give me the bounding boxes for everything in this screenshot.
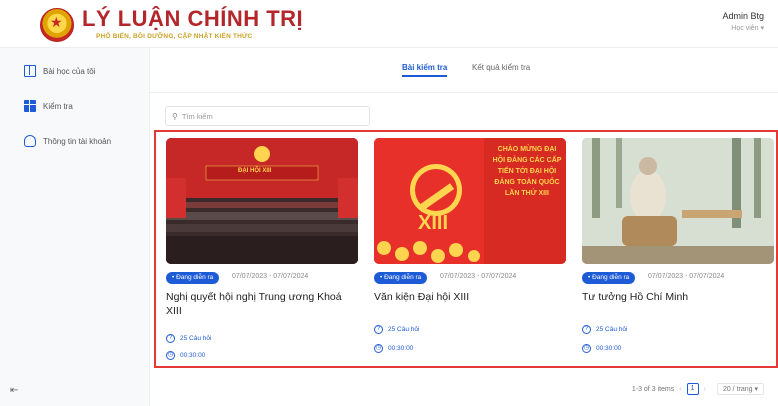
site-title: LÝ LUẬN CHÍNH TRỊ [82,6,304,31]
date-range: 07/07/2023 - 07/07/2024 [440,273,517,280]
search-input[interactable]: ⚲ Tìm kiếm [165,106,370,126]
status-badge: • Đang diễn ra [374,272,428,284]
tab-exams[interactable]: Bài kiểm tra [402,63,448,77]
exam-grid-icon [24,100,36,112]
status-badge: • Đang diễn ra [166,272,220,284]
duration-label: 00:30:00 [180,352,206,359]
sidebar-item-my-lessons[interactable]: Bài học của tôi [24,62,95,80]
user-role-dropdown[interactable]: Học viên ▾ [731,24,764,32]
clock-icon: ◷ [374,344,383,353]
exam-card-title[interactable]: Văn kiện Đại hội XIII [374,290,562,304]
duration: ◷ 00:30:00 [166,351,205,360]
clock-icon: ◷ [166,351,175,360]
question-count: ? 25 Câu hỏi [582,325,627,334]
exam-card[interactable]: XIII CHÀO MỪNG ĐẠI HỘI ĐẢNG CÁC CẤP TIẾN… [374,138,566,364]
date-range: 07/07/2023 - 07/07/2024 [232,273,309,280]
question-count-label: 25 Câu hỏi [596,326,628,333]
question-icon: ? [374,325,383,334]
exam-card[interactable]: • Đang diễn ra 07/07/2023 - 07/07/2024 T… [582,138,774,364]
exam-card-image [582,138,774,264]
status-badge: • Đang diễn ra [582,272,636,284]
site-subtitle: PHỔ BIẾN, BỒI DƯỠNG, CẬP NHẬT KIẾN THỨC [96,33,253,40]
sidebar-item-account[interactable]: Thông tin tài khoản [24,132,111,150]
question-count-label: 25 Câu hỏi [388,326,420,333]
duration-label: 00:30:00 [388,345,414,352]
user-icon [24,135,36,147]
exam-card-title[interactable]: Tư tưởng Hồ Chí Minh [582,290,770,304]
exam-cards-container: ĐẠI HỘI XIII • Đang diễn ra 07/07/2023 -… [154,130,778,368]
exam-card-image: XIII CHÀO MỪNG ĐẠI HỘI ĐẢNG CÁC CẤP TIẾN… [374,138,566,264]
question-icon: ? [166,334,175,343]
tabs-divider [150,92,778,93]
duration-label: 00:30:00 [596,345,622,352]
prev-page-icon[interactable]: ‹ [679,386,681,393]
collapse-sidebar-icon[interactable]: ⇤ [10,385,18,396]
pagination: 1-3 of 3 items ‹ 1 › 20 / trang ▾ [632,383,764,395]
sidebar-item-label: Thông tin tài khoản [43,136,112,146]
date-range: 07/07/2023 - 07/07/2024 [648,273,725,280]
exam-card[interactable]: ĐẠI HỘI XIII • Đang diễn ra 07/07/2023 -… [166,138,358,364]
tab-exam-results[interactable]: Kết quả kiểm tra [472,63,530,72]
question-count: ? 25 Câu hỏi [374,325,419,334]
pagination-summary: 1-3 of 3 items [631,385,675,393]
book-icon [24,65,36,77]
sidebar-item-label: Bài học của tôi [43,66,96,76]
duration: ◷ 00:30:00 [582,344,621,353]
user-name[interactable]: Admin Btg [722,11,764,21]
party-emblem-logo: ★ [40,8,74,42]
sidebar-item-label: Kiểm tra [43,101,73,111]
page-number-button[interactable]: 1 [686,383,699,395]
search-icon: ⚲ [172,111,178,121]
image-caption: ĐẠI HỘI XIII [238,168,272,174]
image-roman-label: XIII [418,212,449,234]
question-count-label: 25 Câu hỏi [180,335,212,342]
exam-card-image: ĐẠI HỘI XIII [166,138,358,264]
sidebar-item-exam[interactable]: Kiểm tra [24,97,73,115]
clock-icon: ◷ [582,344,591,353]
question-count: ? 25 Câu hỏi [166,334,211,343]
image-caption: CHÀO MỪNG ĐẠI HỘI ĐẢNG CÁC CẤP TIẾN TỚI … [492,146,562,197]
exam-card-title[interactable]: Nghị quyết hội nghị Trung ương Khoá XIII [166,290,354,318]
app-header: ★ LÝ LUẬN CHÍNH TRỊ PHỔ BIẾN, BỒI DƯỠNG,… [0,0,778,48]
sidebar: Bài học của tôi Kiểm tra Thông tin tài k… [0,48,150,406]
question-icon: ? [582,325,591,334]
duration: ◷ 00:30:00 [374,344,413,353]
search-placeholder: Tìm kiếm [181,111,213,121]
next-page-icon[interactable]: › [704,386,706,393]
page-size-select[interactable]: 20 / trang ▾ [716,383,764,395]
